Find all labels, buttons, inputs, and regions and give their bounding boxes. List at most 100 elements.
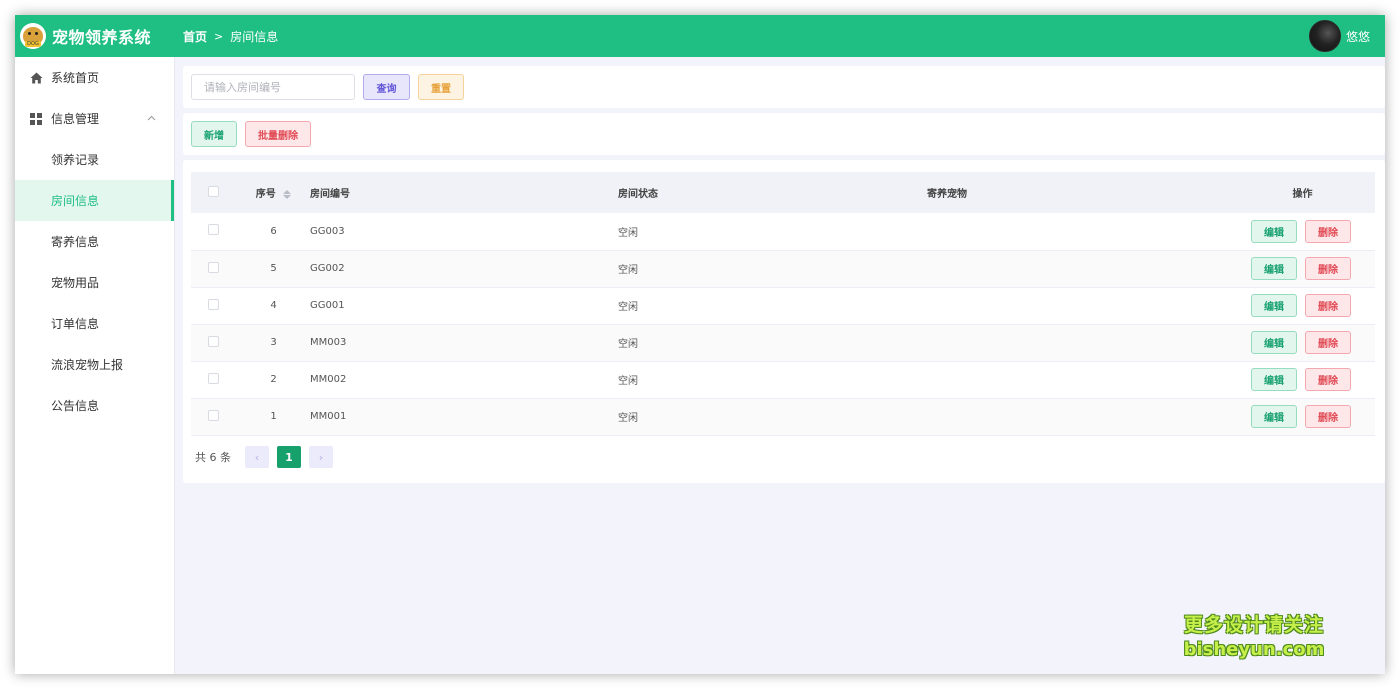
pagination: 共 6 条 ‹ 1 › xyxy=(195,446,341,468)
cell-pet xyxy=(927,361,1230,398)
edit-button[interactable]: 编辑 xyxy=(1251,331,1297,354)
grid-icon xyxy=(29,112,43,126)
app-title: 宠物领养系统 xyxy=(52,28,152,47)
table-row: 3 MM003 空闲 编辑 删除 xyxy=(191,324,1375,361)
header-foster-pet: 寄养宠物 xyxy=(927,189,967,200)
row-checkbox[interactable] xyxy=(208,261,219,273)
cell-status: 空闲 xyxy=(618,302,638,313)
edit-button[interactable]: 编辑 xyxy=(1251,294,1297,317)
cell-status: 空闲 xyxy=(618,376,638,387)
table-row: 1 MM001 空闲 编辑 删除 xyxy=(191,398,1375,435)
row-checkbox[interactable] xyxy=(208,224,219,236)
sidebar-item-home[interactable]: 系统首页 xyxy=(15,57,174,98)
table-row: 2 MM002 空闲 编辑 删除 xyxy=(191,361,1375,398)
action-card: 新增 批量删除 xyxy=(183,113,1385,155)
table-row: 5 GG002 空闲 编辑 删除 xyxy=(191,250,1375,287)
edit-button[interactable]: 编辑 xyxy=(1251,257,1297,280)
sidebar-item-label: 寄养信息 xyxy=(51,235,100,249)
user-menu[interactable]: 悠悠 xyxy=(1308,15,1370,57)
cell-seq: 1 xyxy=(270,411,277,422)
delete-button[interactable]: 删除 xyxy=(1305,331,1351,354)
add-button[interactable]: 新增 xyxy=(191,121,237,147)
logo-area[interactable]: DOG 宠物领养系统 xyxy=(15,23,183,49)
watermark: 更多设计请关注 bisheyun.com xyxy=(1174,612,1334,662)
prev-page-button[interactable]: ‹ xyxy=(245,446,269,468)
avatar[interactable] xyxy=(1308,20,1341,52)
edit-button[interactable]: 编辑 xyxy=(1251,219,1297,243)
sidebar-item-label: 订单信息 xyxy=(51,317,100,331)
delete-button[interactable]: 删除 xyxy=(1305,219,1351,243)
cell-seq: 2 xyxy=(270,374,277,385)
breadcrumb-home[interactable]: 首页 xyxy=(183,28,207,45)
cell-pet xyxy=(927,287,1230,324)
cell-pet xyxy=(927,250,1230,287)
cell-status: 空闲 xyxy=(618,339,638,350)
delete-button[interactable]: 删除 xyxy=(1305,405,1351,428)
edit-button[interactable]: 编辑 xyxy=(1251,405,1297,428)
table-header-row: 序号 房间编号 房间状态 寄养宠物 操作 xyxy=(191,172,1375,213)
cell-pet xyxy=(927,398,1230,435)
sidebar-item-order-info[interactable]: 订单信息 xyxy=(15,303,174,344)
edit-button[interactable]: 编辑 xyxy=(1251,368,1297,391)
next-page-button[interactable]: › xyxy=(309,446,333,468)
cell-pet xyxy=(927,213,1230,250)
sidebar-item-label: 流浪宠物上报 xyxy=(51,358,124,372)
chevron-up-icon xyxy=(147,113,156,124)
breadcrumb: 首页 > 房间信息 xyxy=(183,28,278,45)
header-room-status: 房间状态 xyxy=(618,189,658,200)
cell-status: 空闲 xyxy=(618,265,638,276)
sidebar-item-stray-report[interactable]: 流浪宠物上报 xyxy=(15,344,174,385)
sidebar-item-pet-supplies[interactable]: 宠物用品 xyxy=(15,262,174,303)
table-row: 6 GG003 空闲 编辑 删除 xyxy=(191,213,1375,250)
row-checkbox[interactable] xyxy=(208,409,219,421)
sidebar-item-notice-info[interactable]: 公告信息 xyxy=(15,385,174,426)
table-card: 序号 房间编号 房间状态 寄养宠物 操作 6 GG003 空闲 编辑 删除 5 … xyxy=(183,160,1385,483)
reset-button[interactable]: 重置 xyxy=(418,74,464,100)
breadcrumb-separator-icon: > xyxy=(214,29,224,43)
header-room-no: 房间编号 xyxy=(310,189,350,200)
cell-room-no: MM002 xyxy=(310,374,347,385)
delete-button[interactable]: 删除 xyxy=(1305,294,1351,317)
table-row: 4 GG001 空闲 编辑 删除 xyxy=(191,287,1375,324)
sidebar: 系统首页 信息管理 领养记录 房间信息 寄养信息 宠物用品 订单信息 流浪宠物上… xyxy=(15,57,175,674)
logo-tag: DOG xyxy=(25,41,41,47)
cell-room-no: GG003 xyxy=(310,225,345,237)
header-operation: 操作 xyxy=(1292,189,1313,200)
sidebar-item-adoption-records[interactable]: 领养记录 xyxy=(15,139,174,180)
cell-seq: 5 xyxy=(270,263,277,274)
sidebar-item-label: 信息管理 xyxy=(51,112,100,126)
total-count: 共 6 条 xyxy=(195,451,231,464)
cell-seq: 4 xyxy=(270,300,277,311)
watermark-line2: bisheyun.com xyxy=(1183,639,1325,660)
sidebar-item-label: 领养记录 xyxy=(51,153,100,167)
cell-status: 空闲 xyxy=(618,413,638,424)
query-button[interactable]: 查询 xyxy=(363,74,410,100)
select-all-checkbox[interactable] xyxy=(208,185,219,197)
app-window: DOG 宠物领养系统 首页 > 房间信息 悠悠 系统首页 信息管理 领养记录 房… xyxy=(15,15,1385,674)
username[interactable]: 悠悠 xyxy=(1346,28,1370,45)
room-table: 序号 房间编号 房间状态 寄养宠物 操作 6 GG003 空闲 编辑 删除 5 … xyxy=(191,172,1375,436)
watermark-line1: 更多设计请关注 xyxy=(1183,614,1324,636)
sidebar-item-foster-info[interactable]: 寄养信息 xyxy=(15,221,174,262)
row-checkbox[interactable] xyxy=(208,335,219,347)
sidebar-item-label: 宠物用品 xyxy=(51,276,100,290)
delete-button[interactable]: 删除 xyxy=(1305,368,1351,391)
search-card: 查询 重置 xyxy=(183,66,1385,108)
delete-button[interactable]: 删除 xyxy=(1305,257,1351,280)
room-number-search-input[interactable] xyxy=(191,74,355,100)
sidebar-item-label: 系统首页 xyxy=(51,71,100,85)
dog-logo-icon: DOG xyxy=(20,23,46,49)
row-checkbox[interactable] xyxy=(208,372,219,384)
sort-icon[interactable] xyxy=(283,189,292,199)
breadcrumb-current: 房间信息 xyxy=(230,29,279,44)
sidebar-item-info-management[interactable]: 信息管理 xyxy=(15,98,174,139)
cell-room-no: MM001 xyxy=(310,411,347,422)
cell-pet xyxy=(927,324,1230,361)
cell-room-no: GG002 xyxy=(310,263,345,274)
cell-room-no: GG001 xyxy=(310,300,345,311)
row-checkbox[interactable] xyxy=(208,298,219,310)
sidebar-item-room-info[interactable]: 房间信息 xyxy=(15,180,174,221)
page-1-button[interactable]: 1 xyxy=(277,446,301,468)
header-seq[interactable]: 序号 xyxy=(237,172,310,213)
batch-delete-button[interactable]: 批量删除 xyxy=(245,121,311,147)
